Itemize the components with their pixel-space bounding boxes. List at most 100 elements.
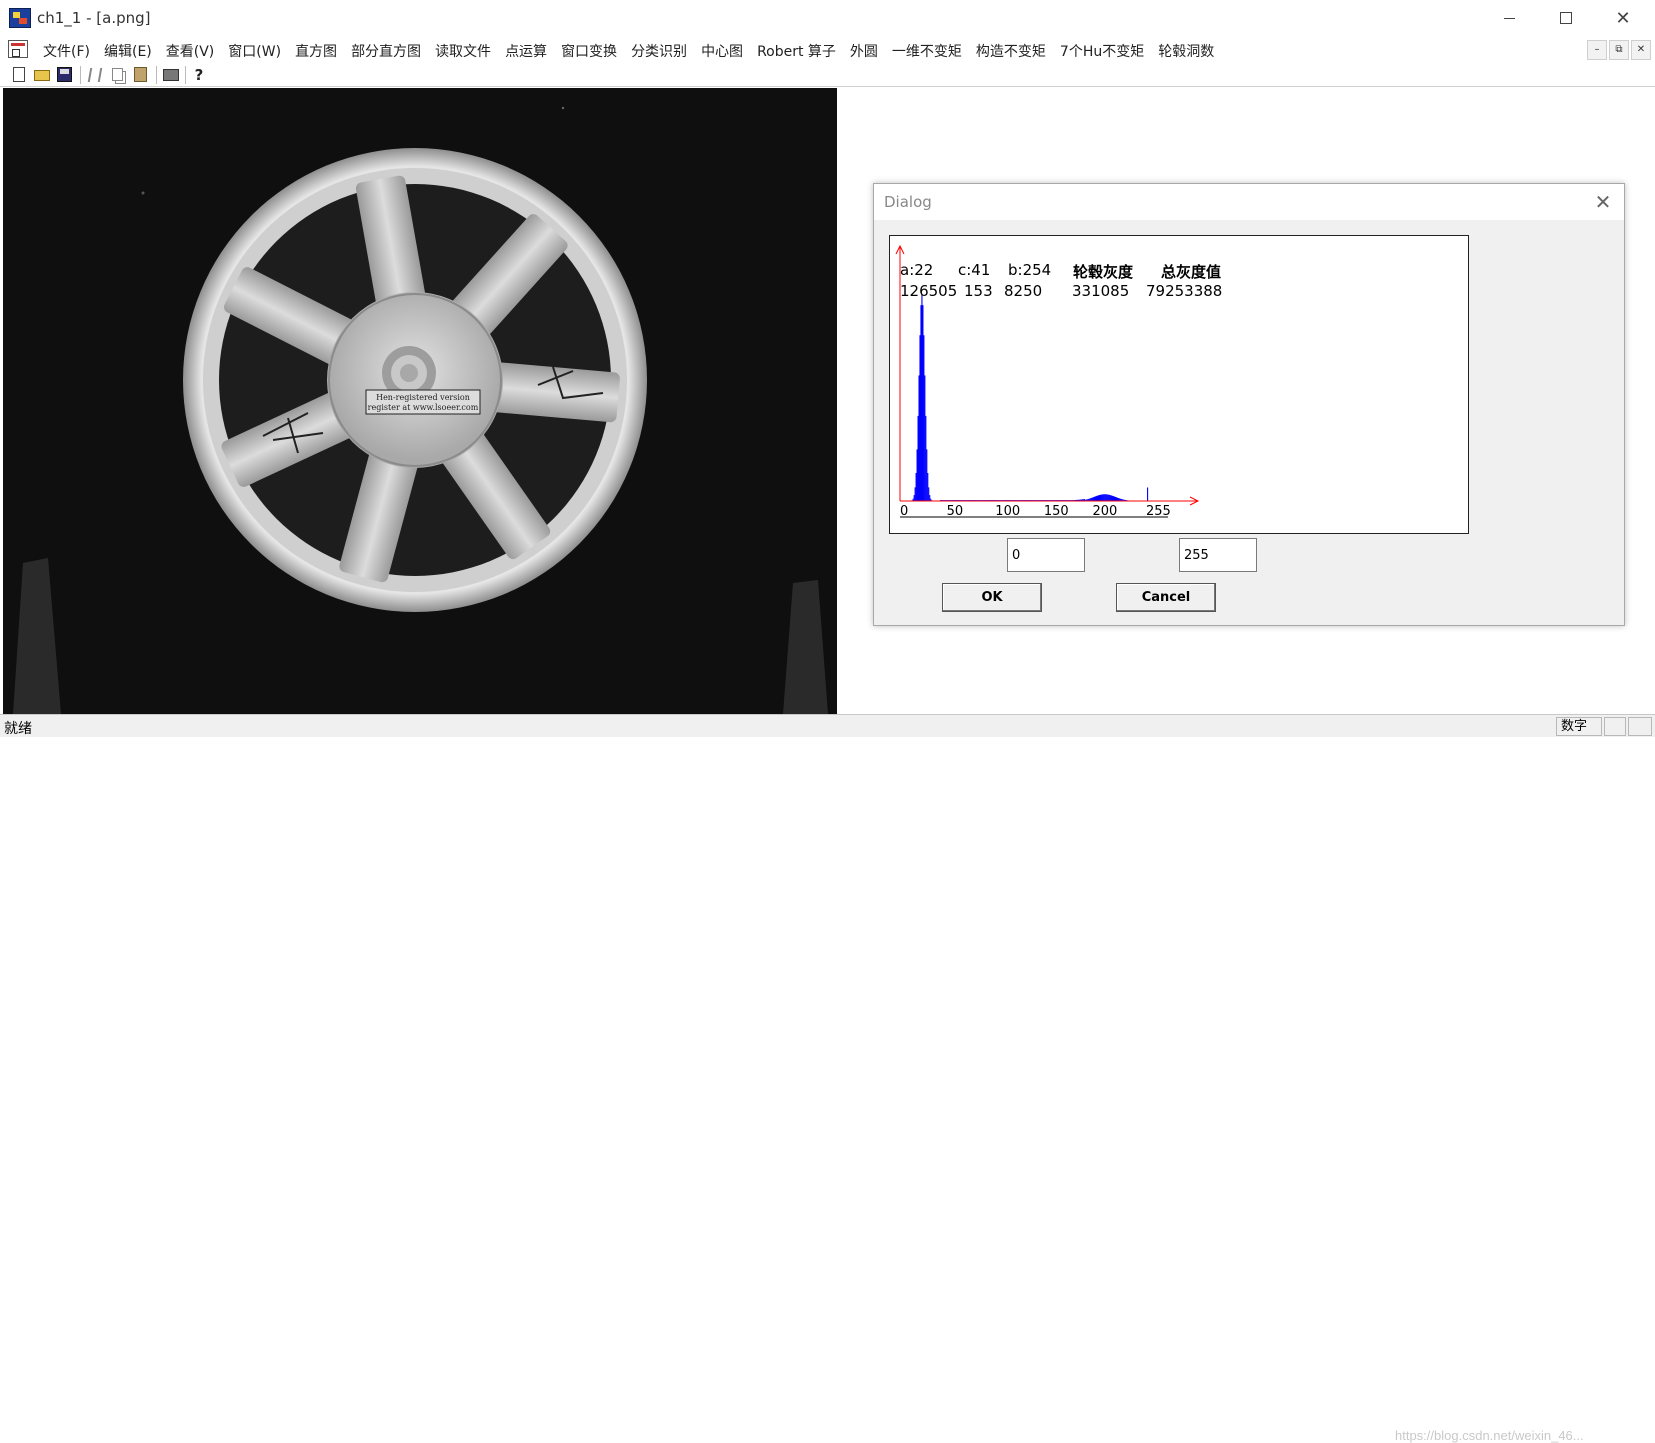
toolbar: ? bbox=[0, 63, 1655, 87]
histogram-bar bbox=[1106, 494, 1107, 501]
copy-icon[interactable] bbox=[109, 66, 127, 84]
histogram-bar bbox=[1094, 497, 1095, 501]
stat-a-value: 126505 bbox=[900, 282, 964, 300]
paste-icon[interactable] bbox=[132, 66, 150, 84]
stat-c-label: c:41 bbox=[958, 261, 1008, 282]
maximize-button[interactable] bbox=[1543, 4, 1589, 32]
stat-a-label: a:22 bbox=[900, 261, 958, 282]
stat-hub-gray-label: 轮毂灰度 bbox=[1073, 261, 1161, 282]
histogram-bar bbox=[1096, 496, 1097, 501]
status-panel-empty bbox=[1604, 717, 1626, 736]
new-icon[interactable] bbox=[10, 66, 28, 84]
histogram-bar bbox=[1092, 498, 1093, 501]
x-tick-label: 0 bbox=[900, 504, 908, 519]
status-bar: 就绪 https://blog.csdn.net/weixin_46... 数字 bbox=[0, 714, 1655, 737]
ok-button[interactable]: OK bbox=[942, 583, 1042, 612]
mdi-restore-button[interactable]: ⧉ bbox=[1609, 40, 1629, 60]
dialog-title-bar[interactable]: Dialog ✕ bbox=[874, 184, 1624, 220]
histogram-bar bbox=[916, 473, 917, 501]
histogram-bar bbox=[1093, 497, 1094, 501]
histogram-bar bbox=[921, 294, 922, 501]
histogram-bar bbox=[918, 416, 919, 501]
status-ready-text: 就绪 bbox=[4, 718, 32, 738]
histogram-bar bbox=[1102, 494, 1103, 501]
histogram-bar bbox=[924, 375, 925, 501]
stamp-line-2: register at www.lsoeer.com bbox=[368, 403, 479, 412]
mdi-close-button[interactable]: ✕ bbox=[1631, 40, 1651, 60]
status-panel-empty bbox=[1628, 717, 1652, 736]
help-icon[interactable]: ? bbox=[190, 66, 208, 84]
histogram-bar bbox=[927, 473, 928, 501]
stat-hub-gray-value: 331085 bbox=[1072, 282, 1146, 300]
stamp-line-1: Hen-registered version bbox=[376, 393, 470, 402]
stat-b-label: b:254 bbox=[1008, 261, 1073, 282]
stat-c-value: 153 bbox=[964, 282, 1004, 300]
menu-item[interactable]: 部分直方图 bbox=[344, 41, 428, 61]
low-threshold-input[interactable] bbox=[1007, 538, 1085, 572]
histogram-bar bbox=[1104, 494, 1105, 501]
histogram-bar bbox=[1101, 495, 1102, 502]
cancel-button[interactable]: Cancel bbox=[1116, 583, 1216, 612]
app-icon bbox=[9, 8, 31, 28]
stats-value-row: 126505 153 8250 331085 79253388 bbox=[900, 282, 1241, 300]
menu-item[interactable]: 文件(F) bbox=[36, 41, 97, 61]
title-bar: ch1_1 - [a.png] ✕ bbox=[0, 0, 1655, 37]
histogram-bar bbox=[923, 335, 924, 501]
histogram-bar bbox=[1108, 495, 1109, 501]
mdi-controls: – ⧉ ✕ bbox=[1587, 40, 1651, 60]
numlock-indicator: 数字 bbox=[1556, 717, 1602, 736]
menu-item[interactable]: 编辑(E) bbox=[97, 41, 159, 61]
menu-item[interactable]: 读取文件 bbox=[428, 41, 498, 61]
histogram-bar bbox=[1103, 494, 1104, 501]
app-window: ch1_1 - [a.png] ✕ 文件(F)编辑(E)查看(V)窗口(W)直方… bbox=[0, 0, 1655, 737]
histogram-bar bbox=[926, 449, 927, 501]
histogram-bar bbox=[1098, 495, 1099, 501]
menu-item[interactable]: 构造不变矩 bbox=[969, 41, 1053, 61]
histogram-bar bbox=[1097, 496, 1098, 502]
minimize-button[interactable] bbox=[1486, 4, 1532, 32]
histogram-bar bbox=[1095, 497, 1096, 501]
high-threshold-input[interactable] bbox=[1179, 538, 1257, 572]
histogram-stats: a:22 c:41 b:254 轮毂灰度 总灰度值 126505 153 825… bbox=[900, 261, 1241, 300]
menu-item[interactable]: 分类识别 bbox=[624, 41, 694, 61]
wheel-image: Hen-registered version register at www.l… bbox=[3, 88, 837, 714]
menu-item[interactable]: 直方图 bbox=[288, 41, 344, 61]
menu-item[interactable]: Robert 算子 bbox=[750, 41, 843, 61]
histogram-bar bbox=[1107, 495, 1108, 502]
toolbar-separator bbox=[185, 66, 186, 84]
histogram-bar bbox=[922, 305, 923, 501]
save-icon[interactable] bbox=[56, 66, 74, 84]
menu-item[interactable]: 窗口变换 bbox=[554, 41, 624, 61]
menu-bar: 文件(F)编辑(E)查看(V)窗口(W)直方图部分直方图读取文件点运算窗口变换分… bbox=[0, 37, 1655, 63]
histogram-bar bbox=[918, 375, 919, 501]
mdi-minimize-button[interactable]: – bbox=[1587, 40, 1607, 60]
menu-item[interactable]: 轮毂洞数 bbox=[1151, 41, 1221, 61]
window-title: ch1_1 - [a.png] bbox=[37, 9, 151, 27]
menu-item[interactable]: 7个Hu不变矩 bbox=[1053, 41, 1151, 61]
histogram-panel: 050100150200255 a:22 c:41 b:254 轮毂灰度 总灰度… bbox=[889, 235, 1469, 534]
histogram-dialog: Dialog ✕ 050100150200255 a:22 c:41 b:254… bbox=[873, 183, 1625, 626]
dialog-close-icon[interactable]: ✕ bbox=[1588, 188, 1618, 216]
print-icon[interactable] bbox=[162, 66, 180, 84]
x-tick-label: 100 bbox=[995, 504, 1020, 519]
document-menu-icon[interactable] bbox=[8, 40, 28, 58]
menu-item[interactable]: 中心图 bbox=[694, 41, 750, 61]
histogram-bar bbox=[1100, 495, 1101, 501]
stat-b-value: 8250 bbox=[1004, 282, 1072, 300]
histogram-bar bbox=[917, 449, 918, 501]
menu-item[interactable]: 点运算 bbox=[498, 41, 554, 61]
menu-item[interactable]: 外圆 bbox=[843, 41, 885, 61]
close-button[interactable]: ✕ bbox=[1600, 4, 1646, 32]
cut-icon[interactable] bbox=[86, 66, 104, 84]
histogram-bar bbox=[915, 487, 916, 501]
menu-item[interactable]: 一维不变矩 bbox=[885, 41, 969, 61]
histogram-bar bbox=[1112, 496, 1113, 501]
image-view: Hen-registered version register at www.l… bbox=[3, 88, 837, 714]
histogram-bar bbox=[929, 495, 930, 501]
menu-item[interactable]: 查看(V) bbox=[159, 41, 222, 61]
histogram-bar bbox=[1111, 496, 1112, 502]
histogram-bar bbox=[1113, 496, 1114, 501]
toolbar-separator bbox=[80, 66, 81, 84]
menu-item[interactable]: 窗口(W) bbox=[221, 41, 288, 61]
open-icon[interactable] bbox=[33, 66, 51, 84]
